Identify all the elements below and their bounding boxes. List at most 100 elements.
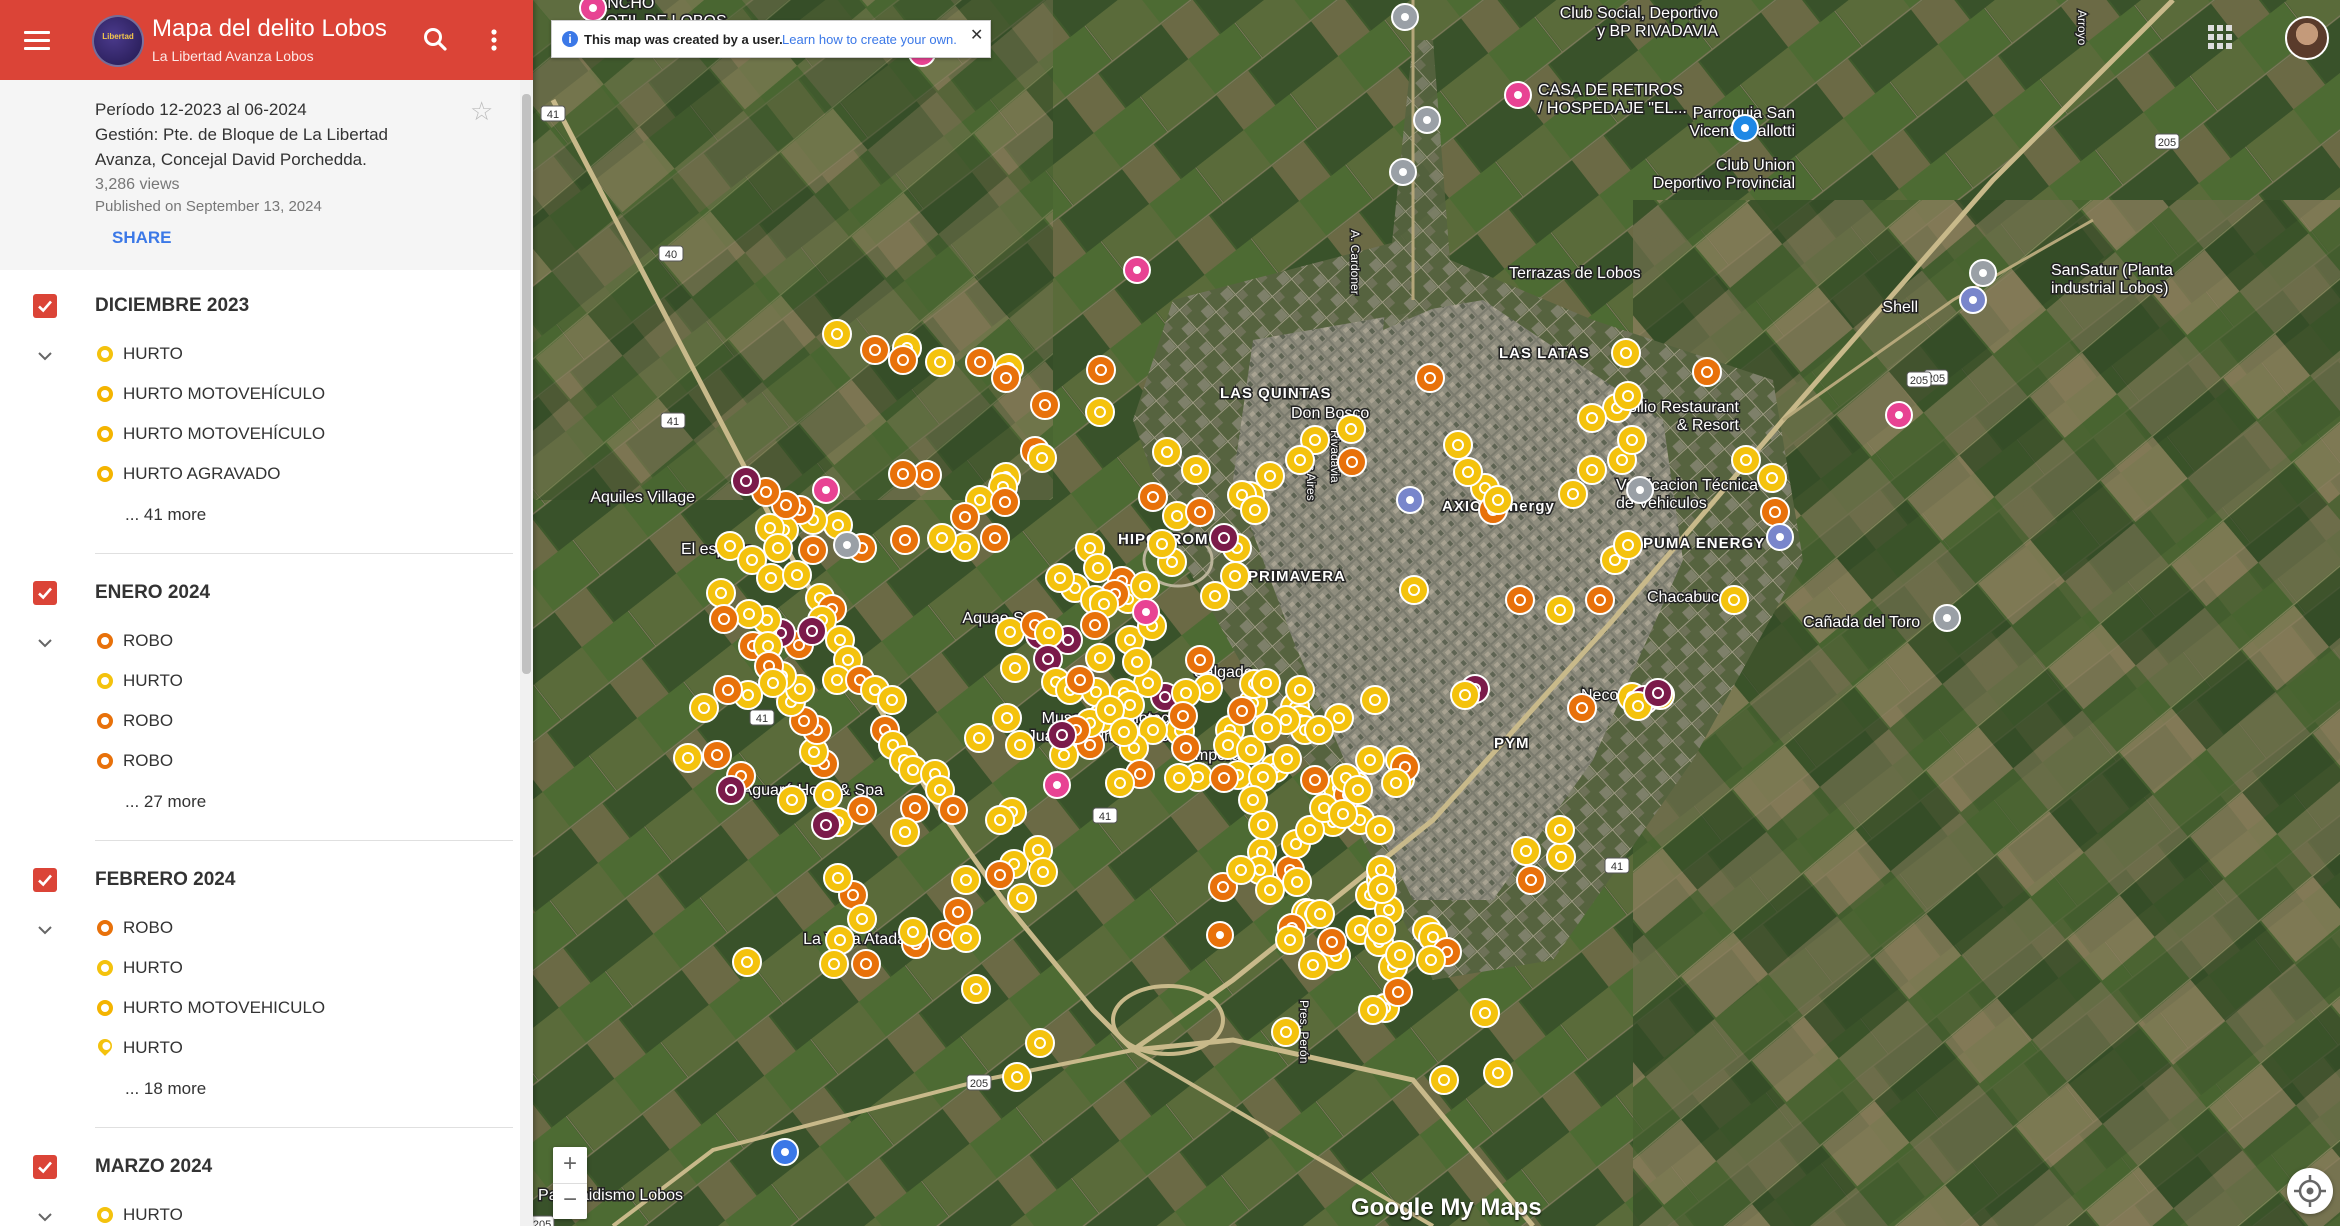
crime-marker[interactable] [1546,842,1576,872]
crime-marker[interactable] [877,685,907,715]
poi-marker[interactable] [1969,259,1997,287]
crime-marker[interactable] [860,335,890,365]
crime-marker[interactable] [927,523,957,553]
crime-marker[interactable] [1083,553,1113,583]
crime-marker[interactable] [1238,785,1268,815]
crime-marker[interactable] [951,923,981,953]
crime-marker[interactable] [1505,585,1535,615]
crime-marker[interactable] [1385,940,1415,970]
crime-marker[interactable] [1337,447,1367,477]
layer-item[interactable]: ROBO [95,707,495,737]
crime-marker[interactable] [951,865,981,895]
layer-item[interactable]: ROBO [95,627,495,657]
crime-marker[interactable] [1030,390,1060,420]
panel-scrollbar[interactable] [520,80,533,1226]
crime-marker[interactable] [1130,571,1160,601]
crime-marker[interactable] [985,860,1015,890]
crime-marker[interactable] [1577,455,1607,485]
crime-marker[interactable] [1185,645,1215,675]
crime-marker[interactable] [1416,945,1446,975]
crime-marker[interactable] [925,347,955,377]
chevron-down-icon[interactable] [34,1206,56,1226]
crime-marker[interactable] [1152,437,1182,467]
crime-marker[interactable] [823,863,853,893]
crime-marker[interactable] [1285,675,1315,705]
crime-marker[interactable] [798,535,828,565]
crime-marker[interactable] [995,617,1025,647]
crime-marker[interactable] [1328,799,1358,829]
crime-marker[interactable] [985,805,1015,835]
crime-marker[interactable] [1383,977,1413,1007]
poi-marker[interactable] [833,531,861,559]
crime-marker[interactable] [1304,715,1334,745]
poi-marker[interactable] [1123,256,1151,284]
crime-marker[interactable] [890,525,920,555]
crime-marker[interactable] [1271,1017,1301,1047]
crime-marker[interactable] [1343,775,1373,805]
crime-marker[interactable] [811,810,841,840]
crime-marker[interactable] [1450,680,1480,710]
crime-marker[interactable] [1007,883,1037,913]
crime-marker[interactable] [706,578,736,608]
layer-item[interactable]: HURTO AGRAVADO [95,460,495,490]
crime-marker[interactable] [992,703,1022,733]
layer-item[interactable]: HURTO MOTOVEHÍCULO [95,420,495,450]
crime-marker[interactable] [1516,865,1546,895]
poi-marker[interactable] [1885,401,1913,429]
crime-marker[interactable] [1168,701,1198,731]
crime-marker[interactable] [1251,668,1281,698]
crime-marker[interactable] [1085,397,1115,427]
crime-marker[interactable] [1360,685,1390,715]
crime-marker[interactable] [1611,338,1641,368]
crime-marker[interactable] [1028,857,1058,887]
crime-marker[interactable] [1227,696,1257,726]
crime-marker[interactable] [673,743,703,773]
crime-marker[interactable] [702,740,732,770]
zoom-in-button[interactable]: + [553,1147,587,1184]
crime-marker[interactable] [1282,867,1312,897]
crime-marker[interactable] [777,785,807,815]
crime-marker[interactable] [819,949,849,979]
crime-marker[interactable] [1025,1028,1055,1058]
chevron-down-icon[interactable] [34,919,56,941]
layer-item[interactable]: HURTO MOTOVEHÍCULO [95,380,495,410]
crime-marker[interactable] [1109,717,1139,747]
layer-checkbox[interactable] [33,1155,57,1179]
poi-marker[interactable] [1132,598,1160,626]
crime-marker[interactable] [763,533,793,563]
layer-item[interactable]: ROBO [95,747,495,777]
crime-marker[interactable] [1613,530,1643,560]
poi-marker[interactable] [1504,81,1532,109]
layer-item[interactable]: HURTO [95,954,495,984]
crime-marker[interactable] [1147,529,1177,559]
crime-marker[interactable] [1545,815,1575,845]
crime-marker[interactable] [1483,1058,1513,1088]
layer-item[interactable]: HURTO [95,340,495,370]
crime-marker[interactable] [1358,995,1388,1025]
crime-marker[interactable] [943,897,973,927]
crime-marker[interactable] [1000,653,1030,683]
crime-marker[interactable] [1692,357,1722,387]
crime-marker[interactable] [756,563,786,593]
show-more-link[interactable]: ... 18 more [125,1079,206,1099]
chevron-down-icon[interactable] [34,632,56,654]
poi-marker[interactable] [1206,921,1234,949]
crime-marker[interactable] [1027,443,1057,473]
poi-marker[interactable] [1626,476,1654,504]
crime-marker[interactable] [1298,950,1328,980]
crime-marker[interactable] [1719,585,1749,615]
crime-marker[interactable] [1138,482,1168,512]
crime-marker[interactable] [1399,575,1429,605]
crime-marker[interactable] [1453,457,1483,487]
crime-marker[interactable] [1429,1065,1459,1095]
crime-marker[interactable] [1045,563,1075,593]
crime-marker[interactable] [964,723,994,753]
crime-marker[interactable] [1164,763,1194,793]
poi-marker[interactable] [1043,771,1071,799]
crime-marker[interactable] [1511,836,1541,866]
share-button[interactable]: SHARE [112,228,172,248]
crime-marker[interactable] [1760,497,1790,527]
crime-marker[interactable] [890,817,920,847]
crime-marker[interactable] [732,947,762,977]
poi-marker[interactable] [1766,523,1794,551]
